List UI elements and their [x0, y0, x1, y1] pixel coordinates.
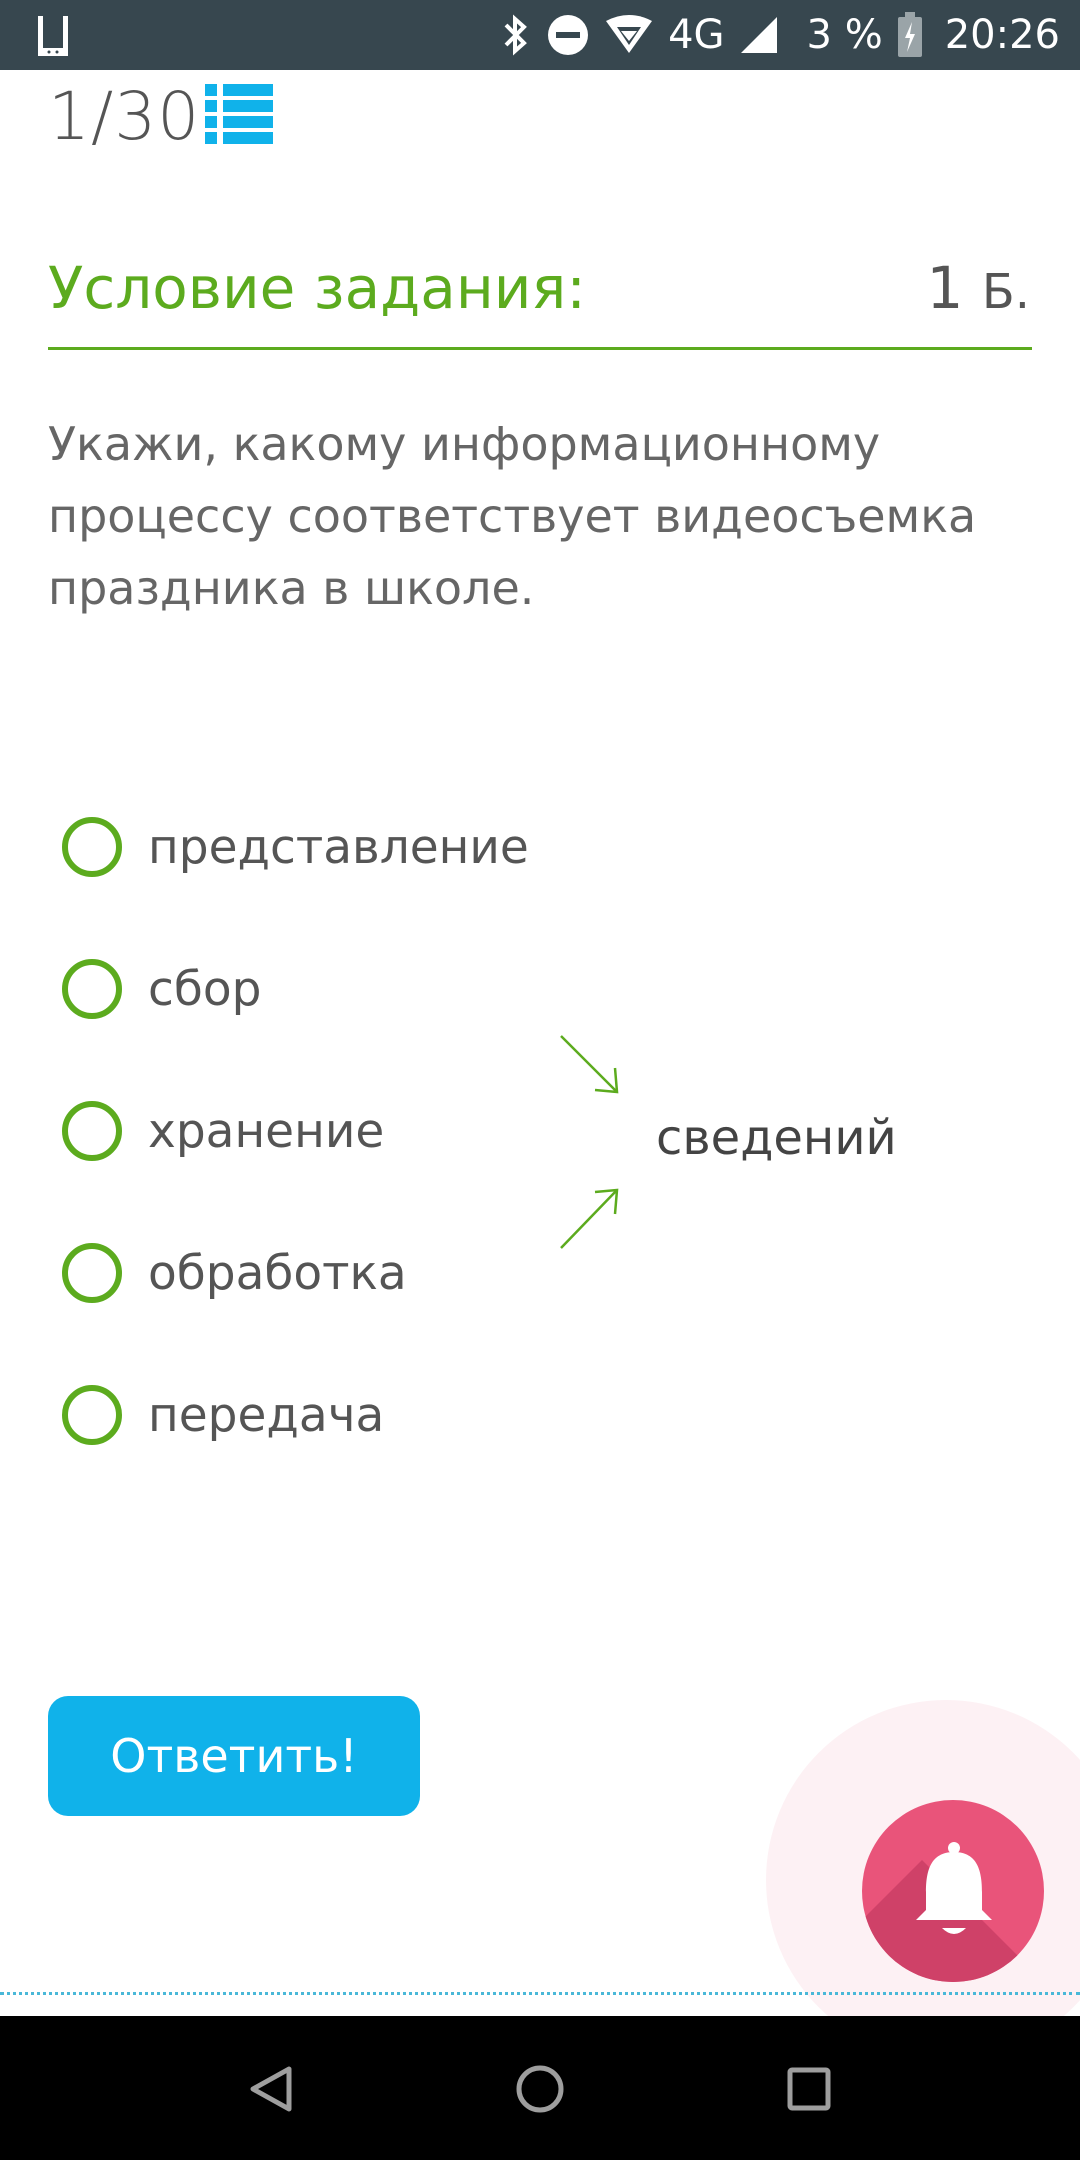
do-not-disturb-icon — [546, 13, 590, 57]
back-icon[interactable] — [226, 2044, 316, 2134]
radio-button[interactable] — [62, 1243, 122, 1303]
status-bar: 4G 3 % 20:26 — [0, 0, 1080, 70]
option-4[interactable]: обработка — [62, 1238, 407, 1308]
clock: 20:26 — [944, 12, 1060, 58]
option-label: передача — [148, 1387, 385, 1443]
radio-button[interactable] — [62, 959, 122, 1019]
home-icon[interactable] — [495, 2044, 585, 2134]
dotted-divider — [0, 1992, 1080, 1995]
section-divider — [48, 347, 1032, 350]
score-unit: Б. — [981, 264, 1030, 320]
arrow-down-right-icon — [560, 1035, 619, 1094]
recents-icon[interactable] — [764, 2044, 854, 2134]
signal-icon — [739, 13, 779, 57]
radio-button[interactable] — [62, 1101, 122, 1161]
option-label: сбор — [148, 961, 262, 1017]
diagram-arrows — [555, 1030, 625, 1250]
wifi-icon — [604, 13, 654, 57]
option-3[interactable]: хранение — [62, 1096, 384, 1166]
app-notification-icon — [34, 14, 72, 58]
radio-button[interactable] — [62, 817, 122, 877]
option-5[interactable]: передача — [62, 1380, 384, 1450]
answer-button[interactable]: Ответить! — [48, 1696, 420, 1816]
radio-button[interactable] — [62, 1385, 122, 1445]
task-condition-title: Условие задания: — [48, 254, 586, 322]
option-label: представление — [148, 819, 529, 875]
question-counter: 1/30 — [48, 78, 201, 155]
option-label: обработка — [148, 1245, 407, 1301]
question-text: Укажи, какому информационному процессу с… — [48, 417, 977, 615]
arrow-up-right-icon — [560, 1188, 619, 1249]
navigation-bar — [0, 2016, 1080, 2160]
bluetooth-icon — [498, 13, 532, 57]
score-number: 1 — [926, 254, 964, 322]
battery-charging-icon — [897, 12, 923, 58]
list-icon[interactable] — [205, 82, 273, 144]
diagram-target-word: сведений — [656, 1110, 897, 1166]
option-2[interactable]: сбор — [62, 954, 261, 1024]
notification-button[interactable] — [862, 1800, 1044, 1982]
network-type-label: 4G — [668, 12, 725, 58]
battery-percent: 3 % — [806, 12, 883, 58]
option-label: хранение — [148, 1103, 385, 1159]
bell-icon — [916, 1842, 992, 1934]
task-score: 1 Б. — [926, 254, 1030, 322]
option-1[interactable]: представление — [62, 812, 529, 882]
